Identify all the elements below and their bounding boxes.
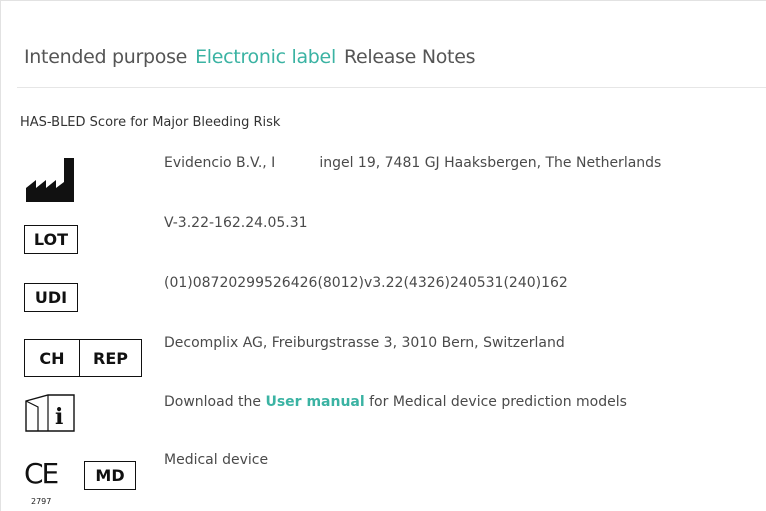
- ce-mark-icon: CE: [24, 457, 59, 490]
- tab-release-notes[interactable]: Release Notes: [344, 46, 476, 68]
- manual-text: Download the User manual for Medical dev…: [164, 394, 627, 410]
- manufacturer-text: Evidencio B.V., I ingel 19, 7481 GJ Haaks…: [164, 155, 661, 171]
- ch-rep-label: REP: [93, 348, 128, 368]
- lot-symbol: LOT: [24, 225, 78, 254]
- factory-icon: [24, 152, 80, 208]
- manufacturer-text-end: ingel 19, 7481 GJ Haaksbergen, The Nethe…: [319, 155, 662, 171]
- instructions-info-icon: i: [24, 393, 80, 437]
- ch-rep-symbol: CH REP: [24, 339, 142, 377]
- tab-divider: [17, 87, 766, 88]
- ce-notified-body-number: 2797: [31, 497, 52, 506]
- tab-electronic-label[interactable]: Electronic label: [195, 46, 336, 68]
- ch-rep-country: CH: [25, 340, 80, 376]
- medical-device-text: Medical device: [164, 452, 269, 468]
- udi-symbol: UDI: [24, 283, 78, 312]
- tab-intended-purpose[interactable]: Intended purpose: [24, 46, 187, 68]
- manual-text-before: Download the: [164, 394, 262, 410]
- electronic-label-panel: [0, 0, 766, 511]
- md-symbol: MD: [84, 461, 136, 490]
- manual-text-after: for Medical device prediction models: [369, 394, 627, 410]
- udi-text: (01)08720299526426(8012)v3.22(4326)24053…: [164, 275, 568, 291]
- rep-text: Decomplix AG, Freiburgstrasse 3, 3010 Be…: [164, 335, 565, 351]
- manufacturer-text-start: Evidencio B.V., I: [164, 155, 276, 171]
- user-manual-link[interactable]: User manual: [265, 394, 364, 410]
- lot-text: V-3.22-162.24.05.31: [164, 215, 308, 231]
- tab-bar: Intended purpose Electronic label Releas…: [24, 46, 476, 68]
- svg-text:i: i: [55, 404, 63, 430]
- device-title: HAS-BLED Score for Major Bleeding Risk: [20, 115, 281, 130]
